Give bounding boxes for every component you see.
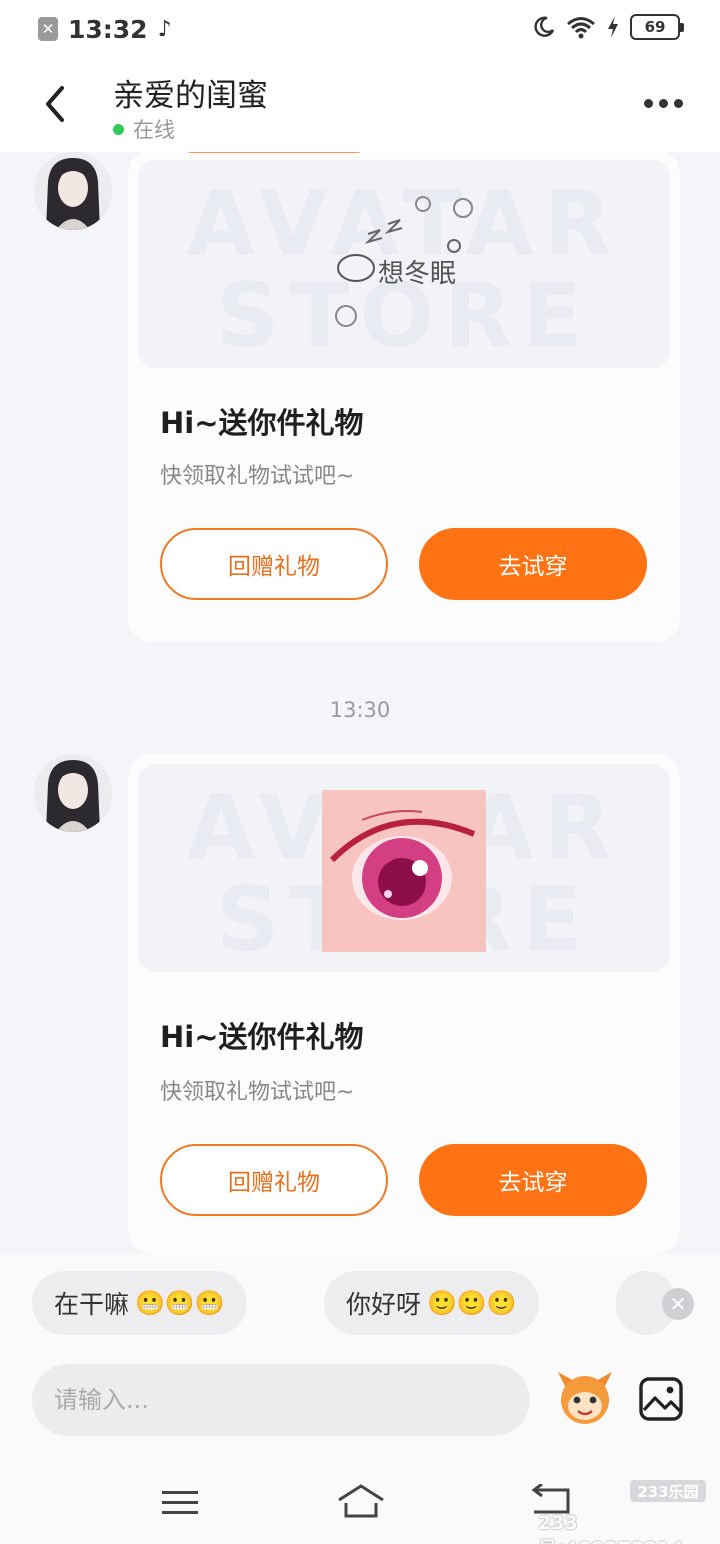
friend-avatar[interactable] — [34, 754, 112, 832]
image-picker-icon[interactable] — [638, 1376, 684, 1422]
mascot-emoji-icon[interactable] — [554, 1366, 616, 1428]
gift-card-title: Hi~送你件礼物 — [160, 1020, 364, 1054]
gift-card: AVATAR STORE Hi~送你件礼物 快领取礼物试试吧~ 回赠礼物 去试穿 — [128, 754, 680, 1254]
quick-reply-chip[interactable]: 在干嘛 😬😬😬 — [32, 1271, 247, 1335]
quick-reply-text: 你好呀 — [346, 1290, 422, 1319]
gift-card-subtitle: 快领取礼物试试吧~ — [160, 1080, 355, 1105]
sleepy-doodle-image: 想冬眠 — [335, 196, 473, 327]
home-icon[interactable] — [336, 1482, 386, 1520]
try-on-button[interactable]: 去试穿 — [419, 528, 647, 600]
moon-icon — [534, 16, 555, 37]
quick-reply-bar: 在干嘛 😬😬😬 你好呀 🙂🙂🙂 ✕ — [0, 1254, 720, 1354]
gift-card-subtitle: 快领取礼物试试吧~ — [160, 464, 355, 489]
status-time: 13:32 — [68, 14, 148, 44]
message-input[interactable] — [32, 1364, 530, 1436]
gift-preview[interactable]: AVATAR STORE — [138, 764, 670, 972]
charging-bolt-icon — [608, 16, 618, 38]
gift-card: AVATAR STORE 想冬眠 Hi~送你件礼物 快领取礼物试试吧~ 回赠礼物… — [128, 152, 680, 642]
chat-message-list[interactable]: AVATAR STORE 想冬眠 Hi~送你件礼物 快领取礼物试试吧~ 回赠礼物… — [0, 152, 720, 1254]
battery-icon: 69 — [630, 14, 684, 40]
message-timestamp: 13:30 — [329, 698, 391, 722]
back-arrow-icon[interactable] — [40, 82, 70, 126]
tiktok-icon: ♪ — [157, 16, 172, 42]
close-quick-replies-icon[interactable]: ✕ — [662, 1288, 694, 1320]
chat-title: 亲爱的闺蜜 — [113, 78, 268, 114]
grinning-emoji-icon: 😬😬😬 — [135, 1289, 225, 1317]
friend-avatar[interactable] — [34, 152, 112, 230]
more-options-icon[interactable] — [644, 96, 684, 110]
gift-card-title: Hi~送你件礼物 — [160, 406, 364, 440]
online-status: 在线 — [113, 114, 175, 144]
quick-reply-text: 在干嘛 — [54, 1290, 130, 1319]
try-on-button[interactable]: 去试穿 — [419, 1144, 647, 1216]
menu-icon[interactable] — [162, 1488, 198, 1518]
quick-reply-chip[interactable]: 你好呀 🙂🙂🙂 — [324, 1271, 539, 1335]
status-bar: ✕ 13:32 ♪ 69 — [0, 0, 720, 58]
close-notification-icon: ✕ — [38, 17, 58, 41]
app-watermark-badge: 233乐园 — [630, 1480, 706, 1502]
online-status-label: 在线 — [133, 118, 175, 142]
anime-eye-image — [322, 790, 486, 952]
system-navigation-bar: 233乐园 233号:409378214 — [0, 1464, 720, 1544]
smiling-emoji-icon: 🙂🙂🙂 — [427, 1289, 517, 1317]
gift-preview[interactable]: AVATAR STORE 想冬眠 — [138, 160, 670, 368]
return-gift-button[interactable]: 回赠礼物 — [160, 528, 388, 600]
svg-text:想冬眠: 想冬眠 — [378, 259, 456, 289]
message-input-bar — [0, 1354, 720, 1464]
wifi-icon — [567, 17, 595, 39]
online-dot-icon — [113, 123, 124, 135]
watermark-id: 233号:409378214 — [538, 1512, 684, 1544]
chat-header: 亲爱的闺蜜 在线 — [0, 58, 720, 152]
return-gift-button[interactable]: 回赠礼物 — [160, 1144, 388, 1216]
